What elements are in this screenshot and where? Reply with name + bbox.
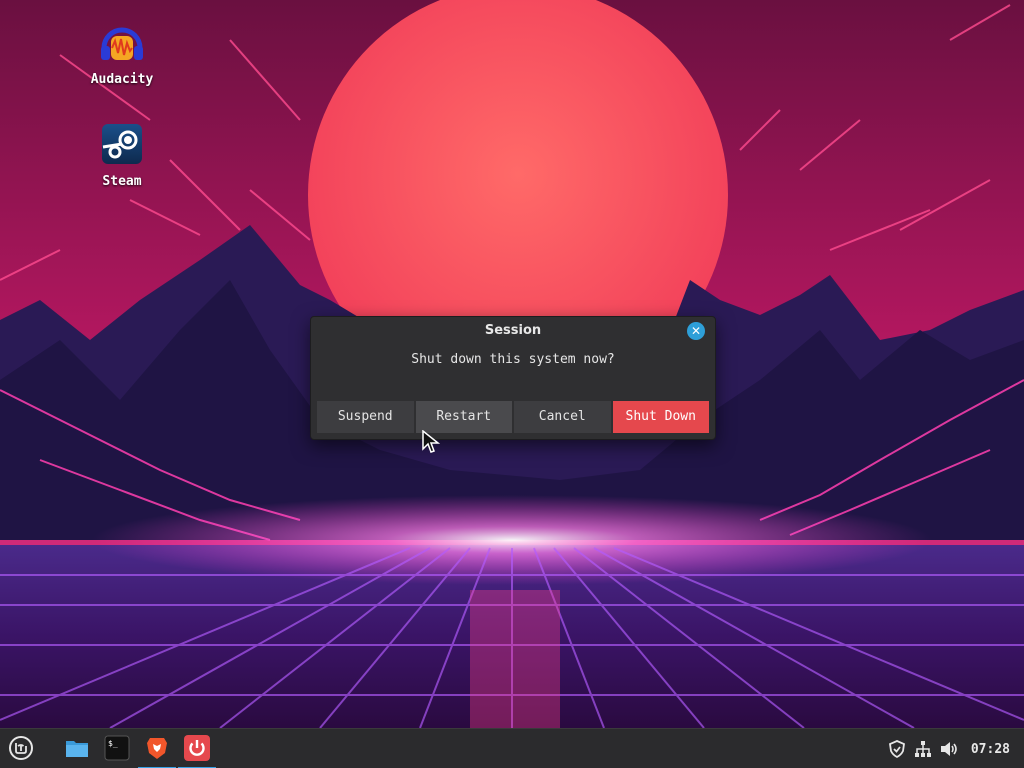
- dialog-titlebar[interactable]: Session ✕: [311, 317, 715, 345]
- desktop-icon-audacity[interactable]: Audacity: [72, 20, 172, 87]
- brave-browser-icon: [144, 735, 170, 761]
- network-icon[interactable]: [913, 739, 933, 759]
- shutdown-button[interactable]: Shut Down: [612, 401, 709, 433]
- close-icon[interactable]: ✕: [687, 322, 705, 340]
- svg-text:$_: $_: [108, 739, 118, 748]
- taskbar: $_ 07:28: [0, 728, 1024, 768]
- mouse-pointer-icon: [422, 429, 442, 454]
- taskbar-file-manager[interactable]: [58, 729, 96, 768]
- file-manager-icon: [64, 735, 90, 761]
- clock[interactable]: 07:28: [971, 742, 1010, 757]
- desktop-icon-label: Steam: [102, 174, 142, 189]
- desktop-icon-label: Audacity: [90, 72, 154, 87]
- taskbar-session[interactable]: [178, 729, 216, 768]
- linux-mint-menu-icon: [8, 735, 34, 761]
- system-tray: 07:28: [881, 729, 1018, 768]
- menu-button[interactable]: [2, 729, 40, 768]
- volume-icon[interactable]: [939, 739, 959, 759]
- dialog-message: Shut down this system now?: [411, 352, 615, 367]
- desktop-icon-steam[interactable]: Steam: [72, 122, 172, 189]
- cancel-button[interactable]: Cancel: [514, 401, 613, 433]
- taskbar-terminal[interactable]: $_: [98, 729, 136, 768]
- dialog-title: Session: [484, 323, 542, 338]
- dialog-button-row: Suspend Restart Cancel Shut Down: [317, 401, 709, 433]
- taskbar-brave[interactable]: [138, 729, 176, 768]
- steam-icon: [98, 122, 146, 170]
- power-icon: [184, 735, 210, 761]
- suspend-button[interactable]: Suspend: [317, 401, 416, 433]
- restart-button[interactable]: Restart: [415, 401, 514, 433]
- session-dialog: Session ✕ Shut down this system now? Sus…: [310, 316, 716, 440]
- audacity-icon: [98, 20, 146, 68]
- terminal-icon: $_: [104, 735, 130, 761]
- shield-icon[interactable]: [887, 739, 907, 759]
